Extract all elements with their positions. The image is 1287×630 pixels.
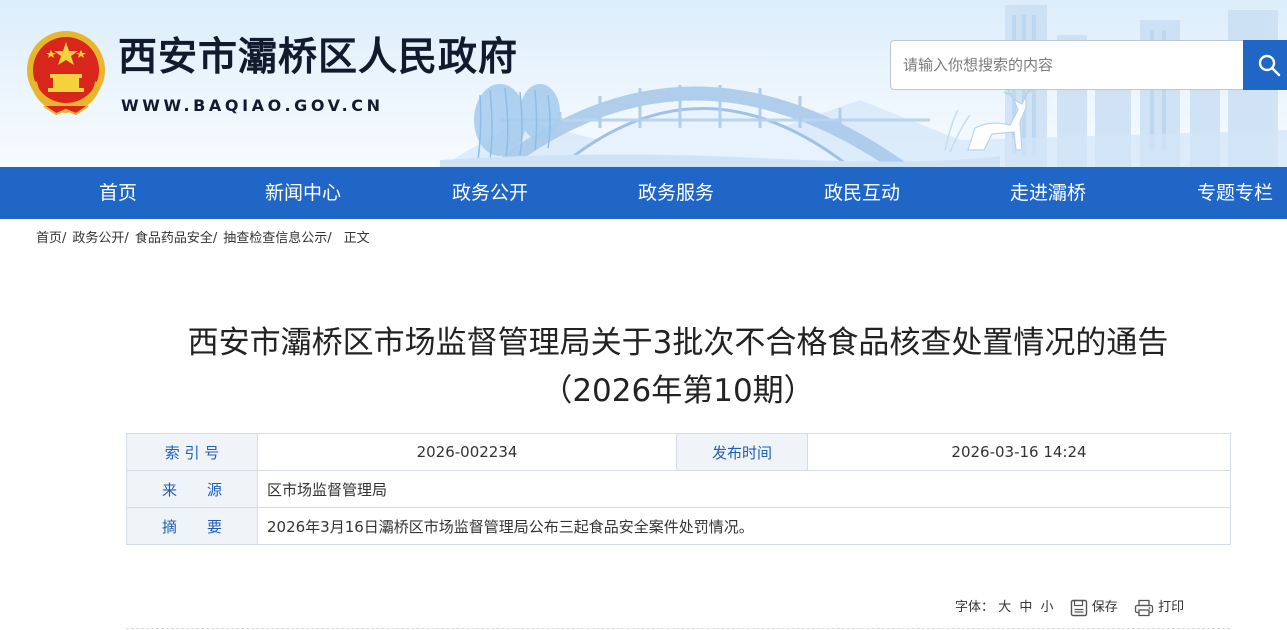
summary-value: 2026年3月16日灞桥区市场监督管理局公布三起食品安全案件处罚情况。 <box>257 507 1231 545</box>
nav-item-interaction[interactable]: 政民互动 <box>824 167 900 219</box>
site-url: WWW.BAQIAO.GOV.CN <box>121 96 384 115</box>
article-subtitle: （2026年第10期） <box>541 373 815 409</box>
nav-item-home[interactable]: 首页 <box>99 167 137 219</box>
breadcrumb-home[interactable]: 首页 <box>36 231 62 246</box>
breadcrumb-separator: / <box>62 231 67 246</box>
print-icon <box>1134 599 1154 617</box>
search-button[interactable] <box>1243 40 1287 90</box>
font-small-button[interactable]: 小 <box>1040 598 1053 618</box>
header-banner: 西安市灞桥区人民政府 WWW.BAQIAO.GOV.CN <box>0 0 1287 167</box>
font-medium-button[interactable]: 中 <box>1019 598 1032 618</box>
table-row: 来 源 区市场监督管理局 <box>126 470 1231 508</box>
index-number-label: 索 引 号 <box>126 433 258 471</box>
article-info-table: 索 引 号 2026-002234 发布时间 2026-03-16 14:24 … <box>126 433 1231 545</box>
national-emblem-logo <box>27 31 105 116</box>
breadcrumb-separator: / <box>212 231 218 246</box>
save-icon <box>1070 599 1087 617</box>
font-large-button[interactable]: 大 <box>998 598 1011 618</box>
table-row: 摘 要 2026年3月16日灞桥区市场监督管理局公布三起食品安全案件处罚情况。 <box>126 507 1231 545</box>
index-number-value: 2026-002234 <box>257 433 677 471</box>
summary-label: 摘 要 <box>126 507 258 545</box>
font-size-label: 字体： <box>955 600 995 616</box>
search-icon <box>1258 54 1281 77</box>
nav-item-services[interactable]: 政务服务 <box>638 167 714 219</box>
breadcrumb-open-government[interactable]: 政务公开 <box>72 231 124 246</box>
breadcrumb: 首页/政务公开/食品药品安全/抽查检查信息公示/正文 <box>36 231 370 247</box>
table-row: 索 引 号 2026-002234 发布时间 2026-03-16 14:24 <box>126 433 1231 471</box>
save-button[interactable]: 保存 <box>1070 598 1118 619</box>
publish-time-label: 发布时间 <box>676 433 808 471</box>
breadcrumb-current: 正文 <box>343 231 370 246</box>
publish-time-value: 2026-03-16 14:24 <box>807 433 1231 471</box>
content-divider <box>126 628 1230 629</box>
breadcrumb-separator: / <box>124 231 129 246</box>
search-box <box>890 40 1244 90</box>
article-tools: 字体： 大 中 小 保存 打印 <box>955 598 1184 618</box>
print-label: 打印 <box>1158 600 1185 615</box>
source-label: 来 源 <box>126 470 258 508</box>
nav-item-about-baqiao[interactable]: 走进灞桥 <box>1010 167 1086 219</box>
print-button[interactable]: 打印 <box>1134 598 1184 619</box>
search-input[interactable] <box>891 41 1244 89</box>
main-nav: 首页 新闻中心 政务公开 政务服务 政民互动 走进灞桥 专题专栏 <box>0 167 1287 219</box>
article-title: 西安市灞桥区市场监督管理局关于3批次不合格食品核查处置情况的通告 <box>187 325 1169 361</box>
nav-item-open-government[interactable]: 政务公开 <box>452 167 528 219</box>
nav-item-special-topics[interactable]: 专题专栏 <box>1197 167 1273 219</box>
breadcrumb-separator: / <box>327 231 332 246</box>
site-title: 西安市灞桥区人民政府 <box>118 35 519 80</box>
source-value: 区市场监督管理局 <box>257 470 1231 508</box>
breadcrumb-food-drug-safety[interactable]: 食品药品安全 <box>135 231 213 246</box>
breadcrumb-inspection-info[interactable]: 抽查检查信息公示 <box>223 231 327 246</box>
save-label: 保存 <box>1091 600 1118 615</box>
nav-item-news[interactable]: 新闻中心 <box>265 167 341 219</box>
